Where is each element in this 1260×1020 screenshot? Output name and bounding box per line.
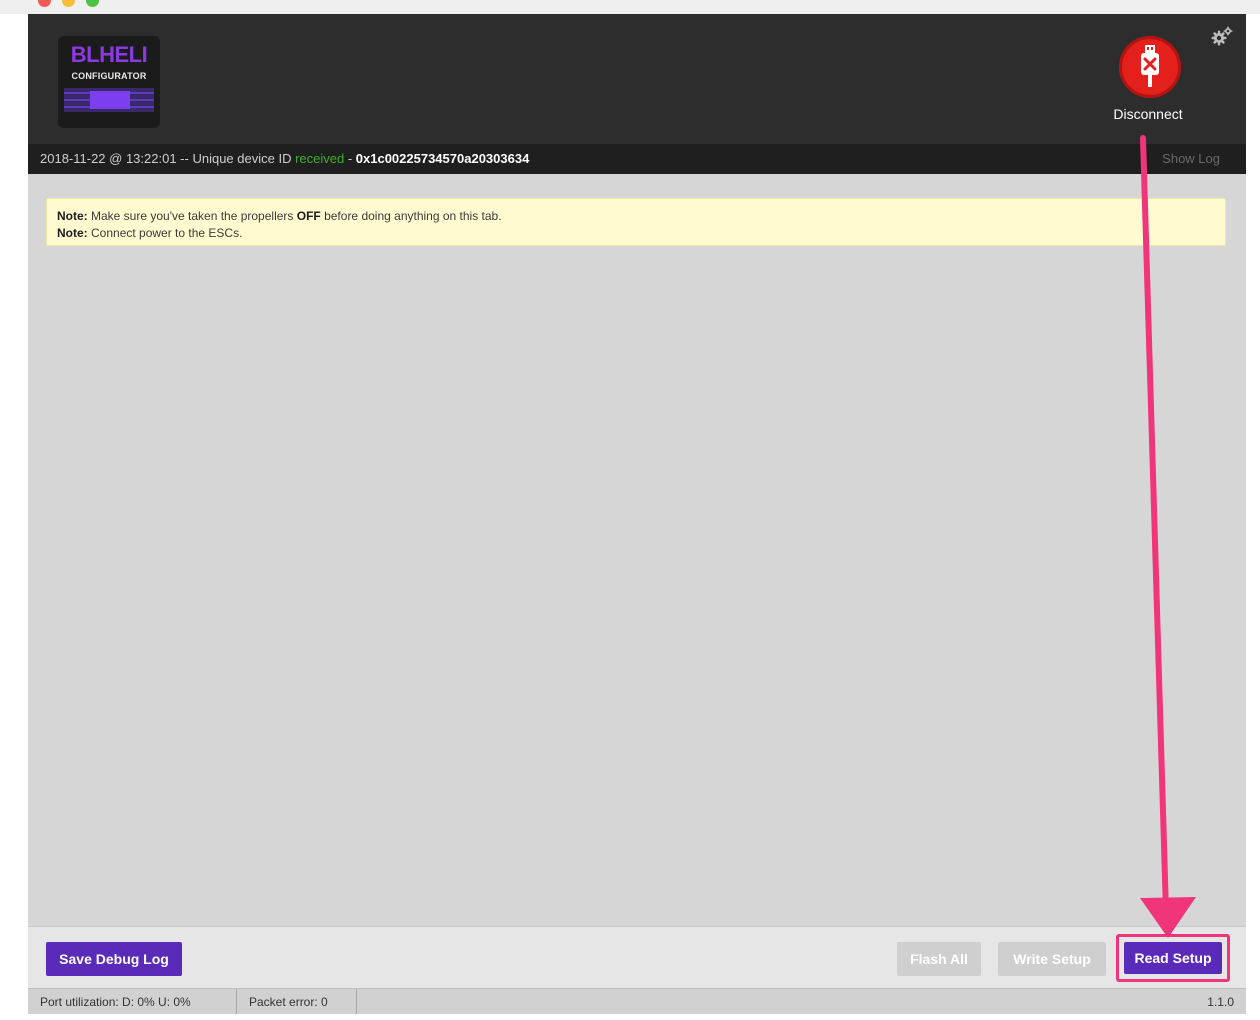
note-text: Connect power to the ESCs.: [87, 226, 243, 240]
status-bar: Port utilization: D: 0% U: 0% Packet err…: [28, 988, 1246, 1014]
action-footer: Save Debug Log Flash All Write Setup Rea…: [28, 926, 1246, 989]
window-titlebar: [0, 0, 1260, 14]
minimize-window-button[interactable]: [62, 0, 75, 7]
flash-all-button[interactable]: Flash All: [897, 942, 981, 976]
disconnect-button[interactable]: Disconnect: [1113, 34, 1210, 128]
note-text-pre: Make sure you've taken the propellers: [87, 209, 297, 223]
packet-error: Packet error: 0: [249, 995, 328, 1009]
status-divider: [236, 989, 237, 1014]
main-content: Note: Make sure you've taken the propell…: [28, 174, 1246, 926]
disconnect-label: Disconnect: [1113, 106, 1183, 122]
write-setup-button[interactable]: Write Setup: [998, 942, 1106, 976]
info-separator: --: [176, 151, 193, 166]
logo-board-graphic: [64, 88, 154, 112]
app-version: 1.1.0: [1207, 995, 1234, 1009]
blheli-logo: BLHELI CONFIGURATOR: [58, 36, 160, 128]
port-utilization: Port utilization: D: 0% U: 0%: [40, 995, 191, 1009]
logo-title: BLHELI: [70, 42, 148, 67]
logo-subtitle: CONFIGURATOR: [71, 71, 147, 81]
info-timestamp: 2018-11-22 @ 13:22:01: [40, 151, 177, 166]
app-window: BLHELI CONFIGURATOR Disconnect 2018-11-2…: [28, 14, 1246, 1014]
read-setup-button[interactable]: Read Setup: [1124, 942, 1222, 974]
logo-chip: [90, 91, 130, 109]
status-divider: [356, 989, 357, 1014]
app-header: BLHELI CONFIGURATOR Disconnect: [28, 14, 1246, 144]
info-device-id: 0x1c00225734570a20303634: [355, 151, 530, 166]
show-log-link[interactable]: Show Log: [1162, 151, 1220, 166]
note-label: Note:: [57, 209, 88, 223]
device-info-bar: 2018-11-22 @ 13:22:01 -- Unique device I…: [28, 144, 1246, 174]
usb-disconnect-icon: [1119, 36, 1181, 98]
gear-icon[interactable]: [1211, 26, 1233, 48]
info-dash: -: [344, 151, 356, 166]
zoom-window-button[interactable]: [86, 0, 99, 7]
note-power: Note: Connect power to the ESCs.: [57, 225, 1215, 242]
note-label: Note:: [57, 226, 88, 240]
read-setup-highlight: Read Setup: [1116, 934, 1230, 982]
info-received-status: received: [295, 151, 345, 166]
close-window-button[interactable]: [38, 0, 51, 7]
save-debug-log-button[interactable]: Save Debug Log: [46, 942, 182, 976]
note-emphasis: OFF: [296, 209, 321, 223]
note-text-post: before doing anything on this tab.: [320, 209, 502, 223]
notes-box: Note: Make sure you've taken the propell…: [46, 198, 1226, 246]
info-device-label: Unique device ID: [192, 151, 292, 166]
device-info-text: 2018-11-22 @ 13:22:01 -- Unique device I…: [40, 151, 529, 166]
note-propellers: Note: Make sure you've taken the propell…: [57, 208, 1215, 225]
